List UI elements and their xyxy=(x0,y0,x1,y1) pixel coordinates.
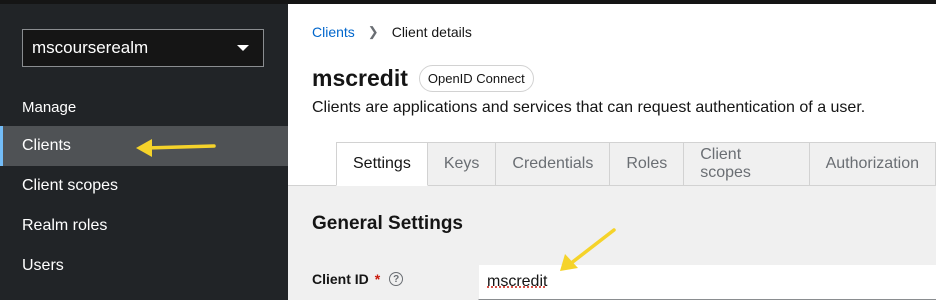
sidebar-item-realm-roles[interactable]: Realm roles xyxy=(0,206,288,246)
client-id-label: Client ID * ? xyxy=(312,271,404,287)
sidebar-item-client-scopes[interactable]: Client scopes xyxy=(0,166,288,206)
page-title: mscredit xyxy=(312,65,408,91)
client-id-input[interactable]: mscredit xyxy=(478,264,936,300)
title-row: mscredit OpenID Connect xyxy=(312,65,534,92)
breadcrumb-clients-link[interactable]: Clients xyxy=(312,24,355,40)
sidebar: mscourserealm Manage Clients Client scop… xyxy=(0,4,288,300)
help-icon[interactable]: ? xyxy=(389,272,404,286)
sidebar-item-users[interactable]: Users xyxy=(0,246,288,286)
page-description: Clients are applications and services th… xyxy=(312,99,866,116)
sidebar-item-label: Users xyxy=(22,257,64,274)
tab-bar: Settings Keys Credentials Roles Client s… xyxy=(288,142,936,186)
tab-roles[interactable]: Roles xyxy=(610,142,685,186)
client-id-label-text: Client ID xyxy=(312,271,369,287)
settings-panel: General Settings Client ID * ? mscredit xyxy=(288,186,936,300)
realm-selector-value: mscourserealm xyxy=(32,38,149,57)
annotation-arrow-icon xyxy=(560,228,616,271)
tab-authorization[interactable]: Authorization xyxy=(809,142,936,186)
breadcrumb-current: Client details xyxy=(391,24,472,40)
breadcrumb: Clients ❯ Client details xyxy=(312,24,472,40)
sidebar-item-label: Clients xyxy=(22,137,71,154)
main-content: Clients ❯ Client details mscredit OpenID… xyxy=(288,4,936,300)
tab-client-scopes[interactable]: Client scopes xyxy=(684,142,810,186)
sidebar-item-label: Client scopes xyxy=(22,177,119,194)
section-title: General Settings xyxy=(312,213,463,234)
chevron-down-icon xyxy=(237,45,249,51)
client-id-value: mscredit xyxy=(487,273,548,290)
annotation-arrow-icon xyxy=(136,139,216,157)
tab-settings[interactable]: Settings xyxy=(336,142,428,186)
nav-section-heading: Manage xyxy=(22,99,77,116)
tab-credentials[interactable]: Credentials xyxy=(496,142,611,186)
protocol-badge: OpenID Connect xyxy=(418,65,534,92)
sidebar-item-label: Realm roles xyxy=(22,217,108,234)
breadcrumb-separator-icon: ❯ xyxy=(367,24,379,39)
required-marker: * xyxy=(374,271,381,287)
realm-selector[interactable]: mscourserealm xyxy=(22,29,264,67)
tab-keys[interactable]: Keys xyxy=(427,142,497,186)
